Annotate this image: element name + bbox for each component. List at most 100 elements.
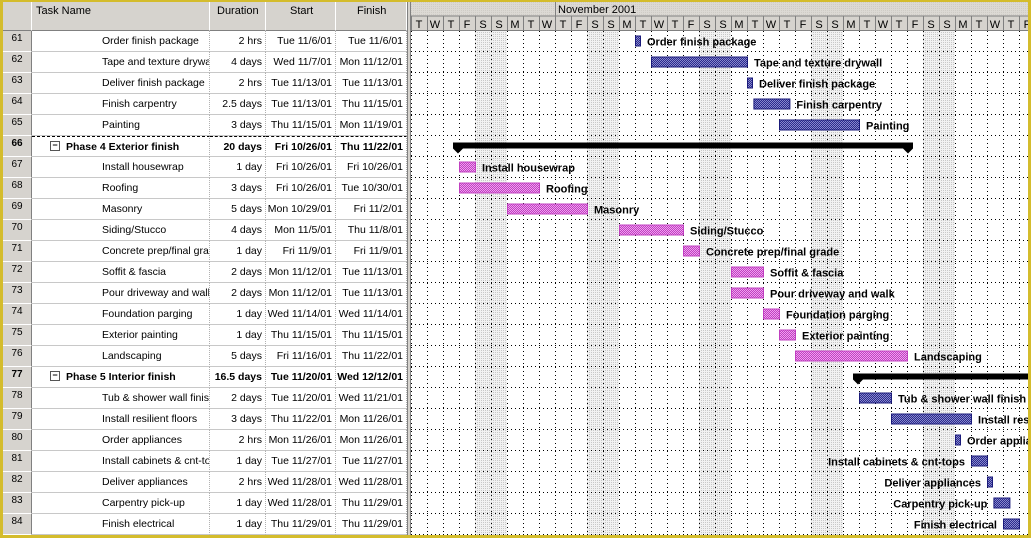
- duration-cell[interactable]: 2 hrs: [210, 430, 266, 451]
- task-name-cell[interactable]: Painting: [32, 115, 210, 136]
- task-name-cell[interactable]: Landscaping: [32, 346, 210, 367]
- task-name-cell[interactable]: Finish carpentry: [32, 94, 210, 115]
- finish-cell[interactable]: Mon 11/19/01: [336, 115, 407, 136]
- task-row[interactable]: 82 Deliver appliances 2 hrs Wed 11/28/01 Wed…: [3, 472, 407, 493]
- row-id[interactable]: 76: [3, 346, 32, 367]
- finish-cell[interactable]: Wed 11/28/01: [336, 472, 407, 493]
- start-cell[interactable]: Fri 11/16/01: [266, 346, 336, 367]
- task-name-cell[interactable]: Tape and texture drywall: [32, 52, 210, 73]
- task-row[interactable]: 76 Landscaping 5 days Fri 11/16/01 Thu 11/22…: [3, 346, 407, 367]
- task-name-cell[interactable]: Exterior painting: [32, 325, 210, 346]
- finish-cell[interactable]: Thu 11/15/01: [336, 325, 407, 346]
- start-cell[interactable]: Mon 11/12/01: [266, 262, 336, 283]
- finish-cell[interactable]: Wed 11/14/01: [336, 304, 407, 325]
- task-name-cell[interactable]: Install cabinets & cnt-tops: [32, 451, 210, 472]
- task-name-cell[interactable]: Finish electrical: [32, 514, 210, 535]
- row-id[interactable]: 77: [3, 367, 32, 388]
- duration-cell[interactable]: 3 days: [210, 178, 266, 199]
- duration-cell[interactable]: 2 days: [210, 283, 266, 304]
- task-row[interactable]: 80 Order appliances 2 hrs Mon 11/26/01 Mon 1…: [3, 430, 407, 451]
- row-id[interactable]: 69: [3, 199, 32, 220]
- row-id[interactable]: 65: [3, 115, 32, 136]
- finish-cell[interactable]: Wed 11/21/01: [336, 388, 407, 409]
- start-cell[interactable]: Thu 11/15/01: [266, 115, 336, 136]
- start-cell[interactable]: Thu 11/22/01: [266, 409, 336, 430]
- row-id[interactable]: 84: [3, 514, 32, 535]
- row-id[interactable]: 66: [3, 136, 32, 157]
- finish-cell[interactable]: Tue 11/13/01: [336, 73, 407, 94]
- duration-cell[interactable]: 1 day: [210, 157, 266, 178]
- duration-cell[interactable]: 4 days: [210, 220, 266, 241]
- row-id[interactable]: 75: [3, 325, 32, 346]
- task-name-cell[interactable]: Roofing: [32, 178, 210, 199]
- row-id[interactable]: 79: [3, 409, 32, 430]
- collapse-toggle-icon[interactable]: −: [50, 371, 60, 382]
- row-id[interactable]: 80: [3, 430, 32, 451]
- row-id[interactable]: 62: [3, 52, 32, 73]
- collapse-toggle-icon[interactable]: −: [50, 141, 60, 152]
- task-row[interactable]: 83 Carpentry pick-up 1 day Wed 11/28/01 Thu …: [3, 493, 407, 514]
- duration-cell[interactable]: 5 days: [210, 199, 266, 220]
- start-cell[interactable]: Mon 11/12/01: [266, 283, 336, 304]
- row-id[interactable]: 78: [3, 388, 32, 409]
- finish-cell[interactable]: Tue 11/13/01: [336, 262, 407, 283]
- task-name-cell[interactable]: Pour driveway and walk: [32, 283, 210, 304]
- finish-cell[interactable]: Tue 10/30/01: [336, 178, 407, 199]
- duration-cell[interactable]: 1 day: [210, 493, 266, 514]
- task-row[interactable]: 64 Finish carpentry 2.5 days Tue 11/13/01 Th…: [3, 94, 407, 115]
- task-name-cell[interactable]: Siding/Stucco: [32, 220, 210, 241]
- finish-cell[interactable]: Wed 12/12/01: [336, 367, 407, 388]
- row-id[interactable]: 72: [3, 262, 32, 283]
- finish-cell[interactable]: Mon 11/26/01: [336, 409, 407, 430]
- finish-cell[interactable]: Fri 11/2/01: [336, 199, 407, 220]
- start-cell[interactable]: Wed 11/28/01: [266, 472, 336, 493]
- task-name-cell[interactable]: Deliver appliances: [32, 472, 210, 493]
- start-cell[interactable]: Fri 10/26/01: [266, 136, 336, 157]
- column-header-finish[interactable]: Finish: [336, 2, 407, 31]
- duration-cell[interactable]: 16.5 days: [210, 367, 266, 388]
- row-id[interactable]: 74: [3, 304, 32, 325]
- column-header-duration[interactable]: Duration: [210, 2, 266, 31]
- finish-cell[interactable]: Thu 11/22/01: [336, 136, 407, 157]
- row-id[interactable]: 83: [3, 493, 32, 514]
- task-row[interactable]: 74 Foundation parging 1 day Wed 11/14/01 Wed…: [3, 304, 407, 325]
- finish-cell[interactable]: Thu 11/29/01: [336, 493, 407, 514]
- task-row[interactable]: 61 Order finish package 2 hrs Tue 11/6/01 Tu…: [3, 31, 407, 52]
- column-header-task-name[interactable]: Task Name: [32, 2, 210, 31]
- task-row[interactable]: 84 Finish electrical 1 day Thu 11/29/01 Thu …: [3, 514, 407, 535]
- task-name-cell[interactable]: Masonry: [32, 199, 210, 220]
- finish-cell[interactable]: Fri 10/26/01: [336, 157, 407, 178]
- column-header-start[interactable]: Start: [266, 2, 336, 31]
- task-row[interactable]: 65 Painting 3 days Thu 11/15/01 Mon 11/19/01: [3, 115, 407, 136]
- duration-cell[interactable]: 2 hrs: [210, 472, 266, 493]
- start-cell[interactable]: Mon 11/26/01: [266, 430, 336, 451]
- duration-cell[interactable]: 1 day: [210, 304, 266, 325]
- task-row[interactable]: 78 Tub & shower wall finish 2 days Tue 11/2…: [3, 388, 407, 409]
- task-name-cell[interactable]: Concrete prep/final grade: [32, 241, 210, 262]
- task-row[interactable]: 62 Tape and texture drywall 4 days Wed 11/7…: [3, 52, 407, 73]
- row-id[interactable]: 61: [3, 31, 32, 52]
- start-cell[interactable]: Mon 10/29/01: [266, 199, 336, 220]
- task-name-cell[interactable]: Install resilient floors: [32, 409, 210, 430]
- start-cell[interactable]: Tue 11/20/01: [266, 388, 336, 409]
- task-row[interactable]: 81 Install cabinets & cnt-tops 1 day Tue 11…: [3, 451, 407, 472]
- row-id[interactable]: 82: [3, 472, 32, 493]
- row-id[interactable]: 68: [3, 178, 32, 199]
- duration-cell[interactable]: 1 day: [210, 241, 266, 262]
- finish-cell[interactable]: Thu 11/8/01: [336, 220, 407, 241]
- finish-cell[interactable]: Fri 11/9/01: [336, 241, 407, 262]
- row-id[interactable]: 67: [3, 157, 32, 178]
- start-cell[interactable]: Fri 10/26/01: [266, 178, 336, 199]
- duration-cell[interactable]: 2 days: [210, 388, 266, 409]
- finish-cell[interactable]: Mon 11/26/01: [336, 430, 407, 451]
- start-cell[interactable]: Wed 11/28/01: [266, 493, 336, 514]
- task-name-cell[interactable]: Deliver finish package: [32, 73, 210, 94]
- finish-cell[interactable]: Thu 11/22/01: [336, 346, 407, 367]
- duration-cell[interactable]: 3 days: [210, 115, 266, 136]
- finish-cell[interactable]: Thu 11/15/01: [336, 94, 407, 115]
- row-id[interactable]: 63: [3, 73, 32, 94]
- start-cell[interactable]: Tue 11/13/01: [266, 94, 336, 115]
- task-row[interactable]: 71 Concrete prep/final grade 1 day Fri 11/9…: [3, 241, 407, 262]
- column-header-id[interactable]: [3, 2, 32, 31]
- task-name-cell[interactable]: Order appliances: [32, 430, 210, 451]
